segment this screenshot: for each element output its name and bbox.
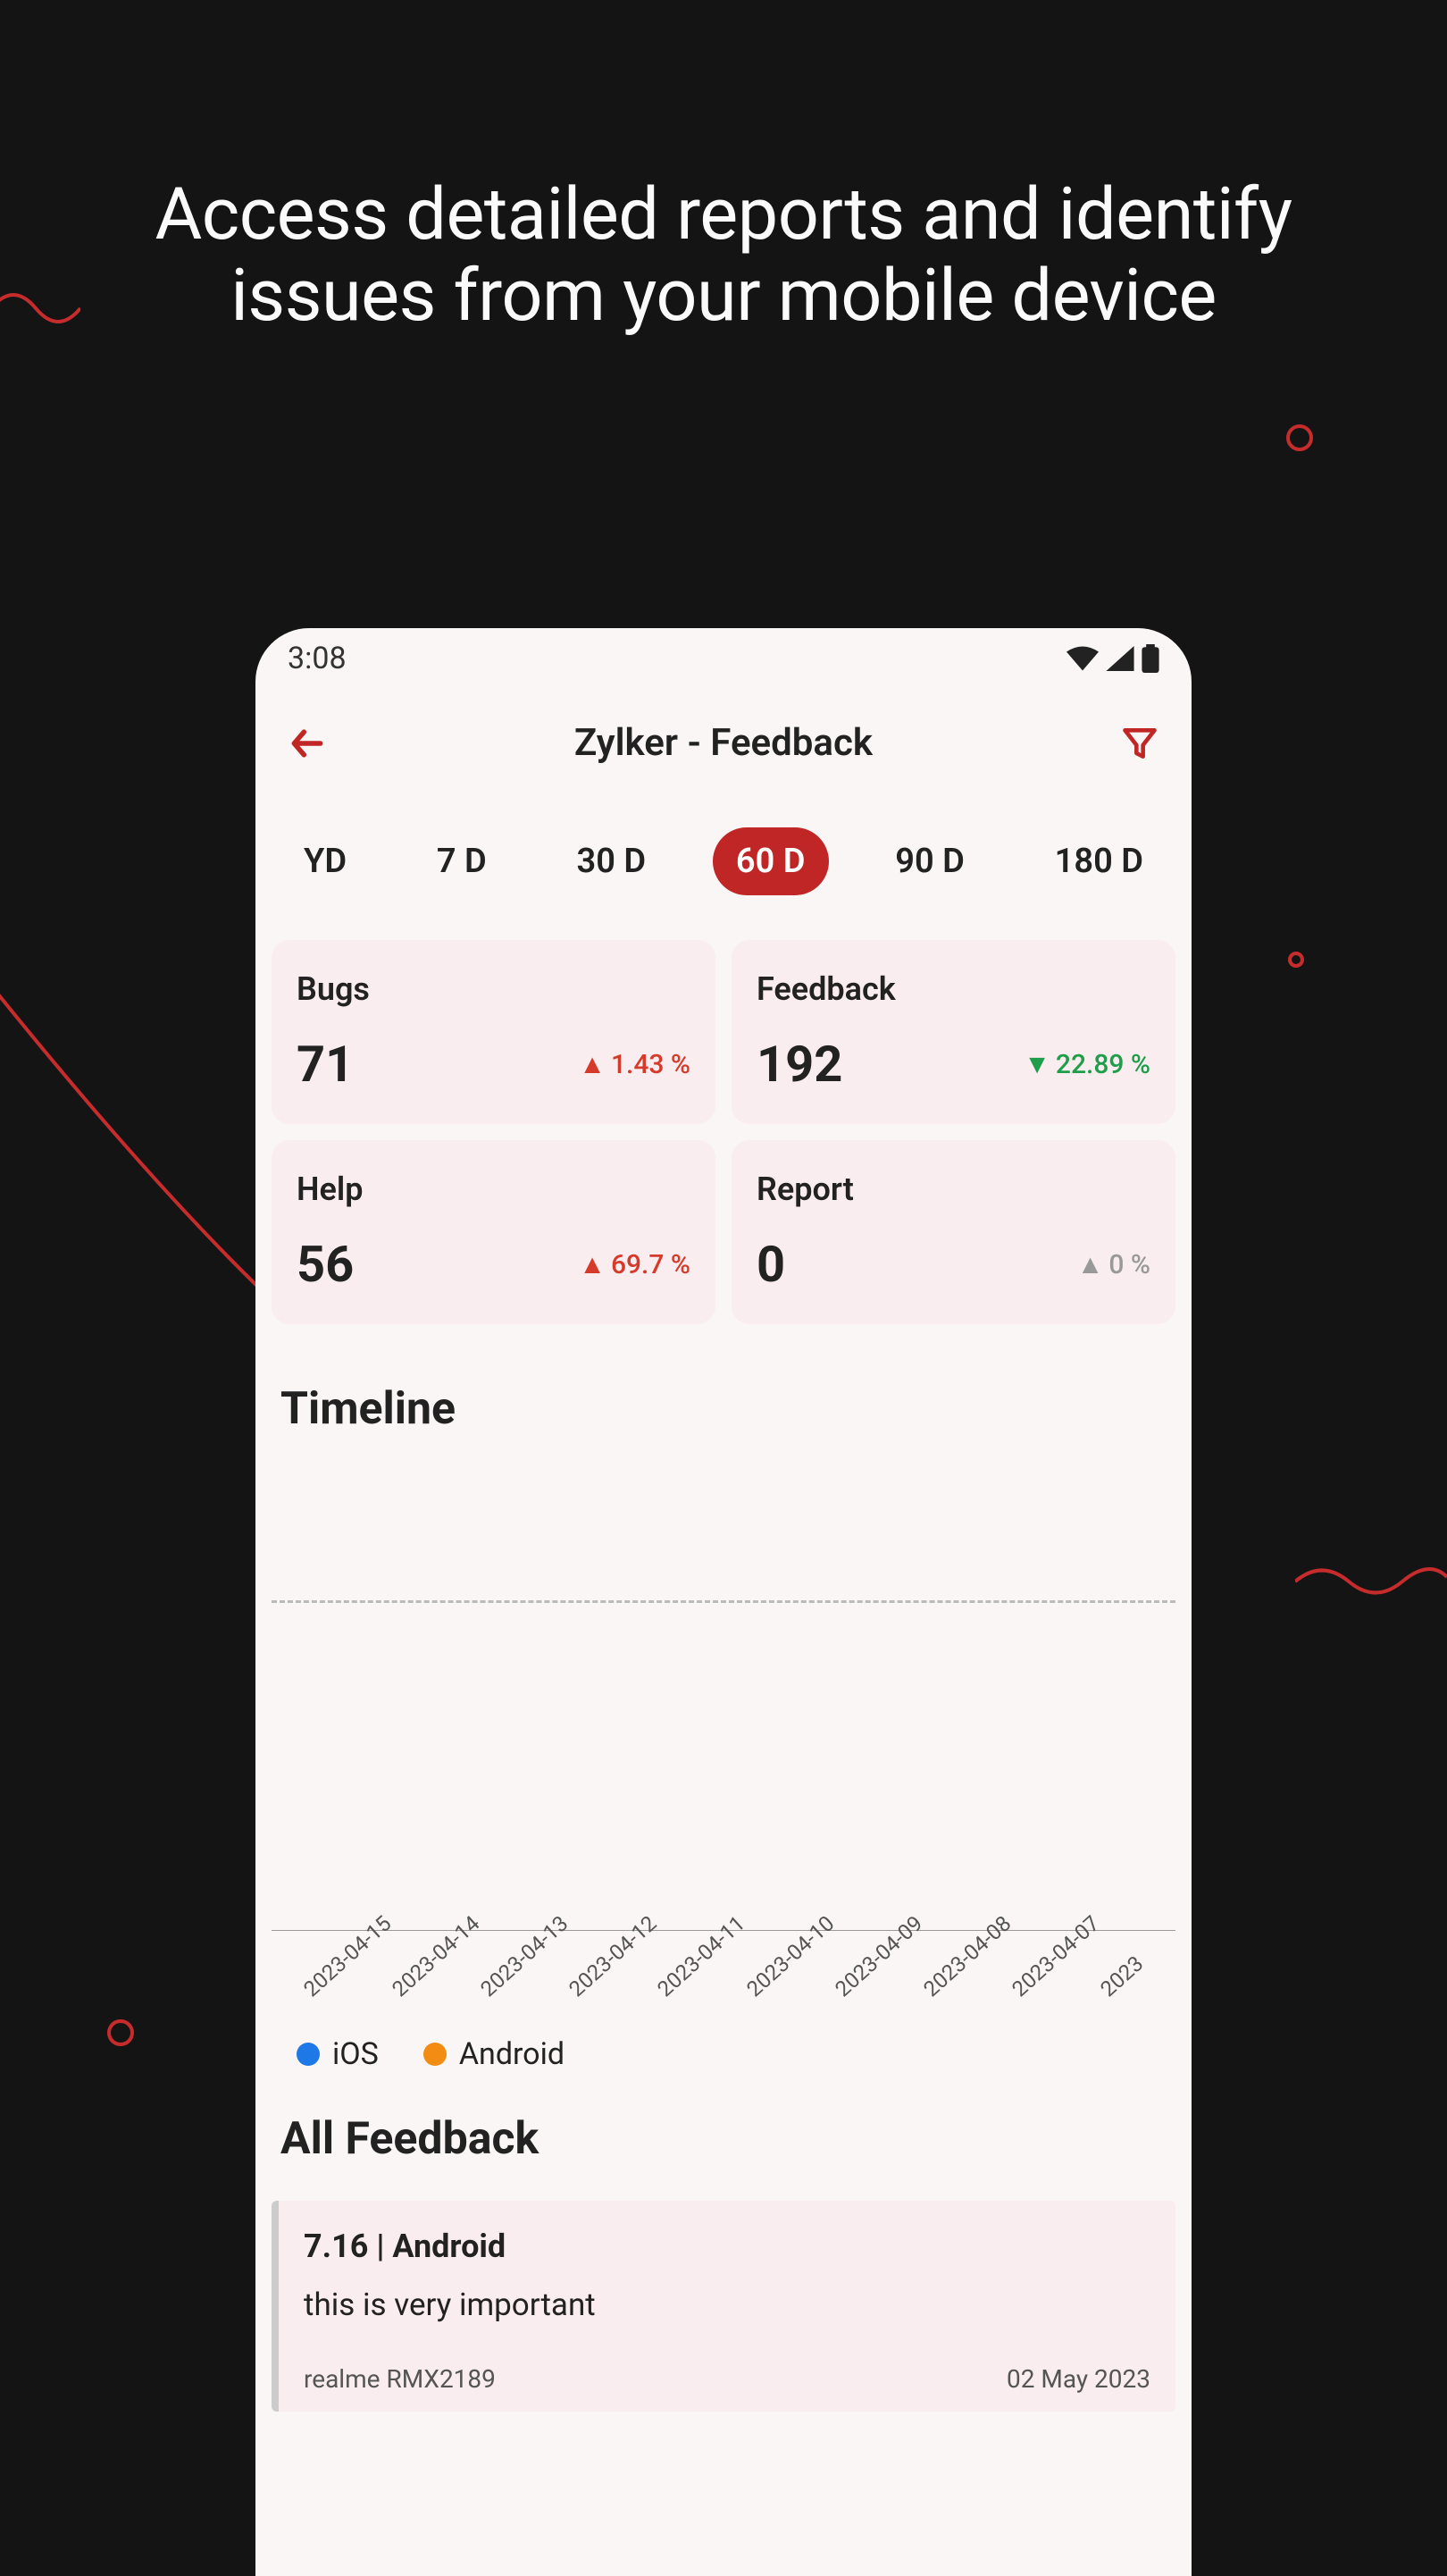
trend-pct: 0 % [1108,1249,1150,1280]
range-tab-7d[interactable]: 7 D [414,827,510,895]
all-feedback-title: All Feedback [255,2072,1192,2183]
ios-swatch-icon [297,2043,320,2066]
status-time: 3:08 [288,641,347,676]
stat-label: Bugs [297,970,690,1008]
trend-up-icon: ▲ [579,1249,606,1280]
feedback-item-date: 02 May 2023 [1007,2364,1150,2394]
page-title: Zylker - Feedback [574,721,873,765]
signal-icon [1106,646,1134,671]
back-icon[interactable] [288,724,327,763]
stat-value: 192 [757,1035,842,1094]
feedback-item-body: this is very important [304,2287,1150,2323]
app-bar: Zylker - Feedback [255,685,1192,792]
trend-up-icon: ▲ [579,1049,606,1080]
stat-value: 56 [297,1235,354,1294]
trend-pct: 1.43 % [611,1049,690,1080]
stat-label: Help [297,1171,690,1208]
feedback-item-device: realme RMX2189 [304,2364,496,2394]
stat-card-feedback[interactable]: Feedback 192 ▼22.89 % [732,940,1175,1124]
battery-icon [1142,644,1159,673]
stat-trend: ▲1.43 % [579,1049,690,1080]
trend-up-icon: ▲ [1077,1249,1104,1280]
stat-value: 0 [757,1235,785,1294]
stat-value: 71 [297,1035,354,1094]
stat-label: Feedback [757,970,1150,1008]
stat-card-bugs[interactable]: Bugs 71 ▲1.43 % [272,940,715,1124]
legend-ios: iOS [297,2036,379,2072]
android-swatch-icon [423,2043,447,2066]
range-tab-90d[interactable]: 90 D [872,827,988,895]
status-bar: 3:08 [255,628,1192,685]
feedback-list-item[interactable]: 7.16 | Android this is very important re… [272,2201,1175,2412]
trend-pct: 22.89 % [1056,1049,1150,1080]
stat-card-help[interactable]: Help 56 ▲69.7 % [272,1140,715,1324]
filter-icon[interactable] [1120,724,1159,763]
feedback-item-title: 7.16 | Android [304,2228,1150,2265]
status-icons [1066,644,1159,673]
wifi-icon [1066,646,1099,671]
legend-ios-label: iOS [332,2036,379,2072]
stat-trend: ▲0 % [1077,1249,1150,1280]
stats-cards: Bugs71▲1.43 %Feedback192▼22.89 %Help56▲6… [255,922,1192,1342]
legend-android: Android [423,2036,565,2072]
trend-pct: 69.7 % [611,1249,690,1280]
stat-trend: ▼22.89 % [1024,1049,1150,1080]
range-tab-60d[interactable]: 60 D [713,827,829,895]
range-tab-180d[interactable]: 180 D [1032,827,1167,895]
legend-android-label: Android [459,2036,565,2072]
timeline-title: Timeline [255,1342,1192,1453]
phone-frame: 3:08 Zylker - Feedback YD 7 D 30 D 60 D 90 D… [255,628,1192,2576]
trend-down-icon: ▼ [1024,1049,1050,1080]
date-range-tabs: YD 7 D 30 D 60 D 90 D 180 D [255,792,1192,922]
stat-card-report[interactable]: Report 0 ▲0 % [732,1140,1175,1324]
timeline-chart: 2023-04-152023-04-142023-04-132023-04-12… [255,1600,1192,2072]
range-tab-30d[interactable]: 30 D [554,827,670,895]
range-tab-yd[interactable]: YD [280,827,370,895]
stat-trend: ▲69.7 % [579,1249,690,1280]
headline: Access detailed reports and identify iss… [98,174,1349,336]
stat-label: Report [757,1171,1150,1208]
